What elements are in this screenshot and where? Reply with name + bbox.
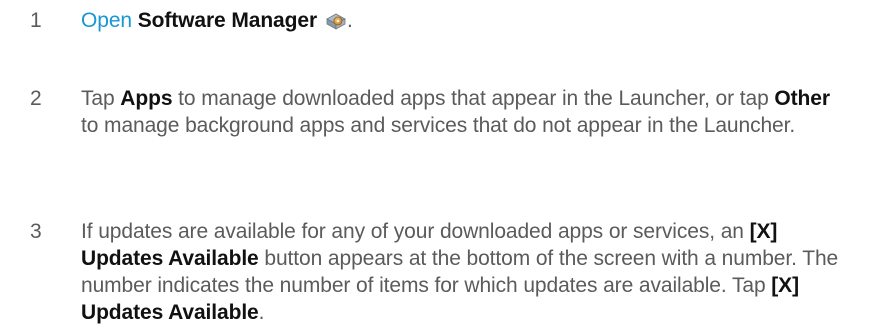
step-number: 3 [30, 220, 42, 243]
text-segment: to manage downloaded apps that appear in… [172, 87, 775, 110]
step-number: 1 [30, 9, 42, 32]
text-segment: . [258, 301, 265, 324]
text-segment: to manage background apps and services t… [81, 114, 796, 137]
text-segment: Tap [81, 87, 121, 110]
step-2: 2 Tap Apps to manage downloaded apps tha… [30, 85, 850, 139]
step-3: 3 If updates are available for any of yo… [30, 218, 850, 326]
step-1: 1 Open Software Manager . [30, 7, 850, 34]
step-text: If updates are available for any of your… [81, 218, 850, 326]
step-number: 2 [30, 87, 42, 110]
other-label: Other [774, 87, 830, 110]
step-text: Tap Apps to manage downloaded apps that … [81, 85, 850, 139]
step-text: Open Software Manager . [81, 7, 850, 34]
app-name: Software Manager [137, 9, 318, 32]
apps-label: Apps [120, 87, 173, 110]
text-segment: If updates are available for any of your… [81, 220, 750, 243]
software-manager-icon [325, 11, 347, 31]
open-link[interactable]: Open [81, 9, 132, 32]
period: . [347, 9, 353, 32]
